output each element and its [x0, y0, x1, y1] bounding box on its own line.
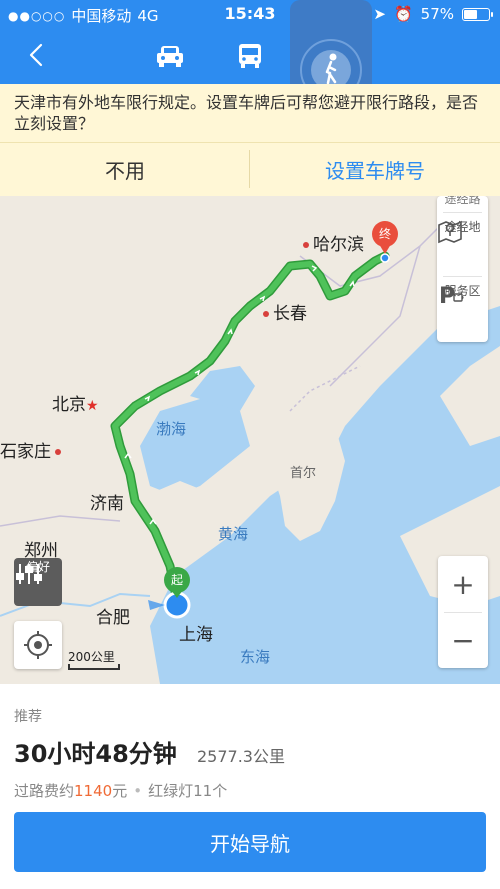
dismiss-button[interactable]: 不用: [0, 142, 250, 196]
toll-suffix: 元: [112, 782, 128, 800]
map-view[interactable]: 哈尔滨 长春 北京★ 石家庄 济南 郑州 合肥 上海 首尔 渤海 黄海 东海 起…: [0, 196, 500, 684]
city-dot: [303, 242, 309, 248]
city-dot: [55, 449, 61, 455]
waypoint-road-label: 途经路: [444, 196, 481, 206]
waypoint-button[interactable]: 途经地: [437, 218, 488, 274]
zoom-control: + −: [438, 556, 488, 668]
scale-bar: [68, 664, 120, 670]
service-area-icon: P: [439, 284, 464, 308]
header: ●●○○○ 中国移动 4G 15:43 ⊙ ➤ ⏰ 57%: [0, 0, 500, 112]
city-label: 石家庄: [0, 442, 51, 462]
end-marker-label: 终: [378, 227, 391, 241]
toll-prefix: 过路费约: [14, 782, 75, 800]
city-shanghai: 上海: [179, 620, 213, 645]
alarm-icon: ⏰: [393, 5, 413, 23]
end-point-dot: [380, 253, 390, 263]
car-icon: [157, 46, 183, 67]
mode-bus-button[interactable]: [228, 36, 272, 76]
mode-car-button[interactable]: [148, 36, 192, 76]
city-label: 首尔: [290, 466, 317, 481]
crosshair-icon: [24, 631, 52, 659]
start-navigation-button[interactable]: 开始导航: [14, 812, 486, 872]
set-plate-button[interactable]: 设置车牌号: [250, 142, 500, 196]
city-harbin: 哈尔滨: [299, 230, 364, 255]
sea-bohai: 渤海: [156, 420, 187, 438]
svg-text:P: P: [439, 284, 455, 308]
bus-icon: [239, 44, 261, 68]
plate-restriction-notice: 天津市有外地车限行规定。设置车牌后可帮您避开限行路段，是否立刻设置？ 不用 设置…: [0, 84, 500, 196]
divider: [443, 276, 482, 277]
waypoint-road-button[interactable]: 途经路: [437, 196, 488, 208]
route-preference-button[interactable]: 偏好: [14, 558, 62, 606]
chevron-left-icon: [29, 43, 43, 67]
city-seoul: 首尔: [290, 462, 316, 481]
city-dot: [263, 311, 269, 317]
lights-prefix: 红绿灯: [148, 782, 194, 800]
notice-text: 天津市有外地车限行规定。设置车牌后可帮您避开限行路段，是否立刻设置？: [14, 93, 479, 133]
lights-suffix: 个: [212, 782, 228, 800]
separator-dot: •: [133, 781, 143, 800]
scale-label: 200公里: [68, 650, 115, 664]
lights-count: 11: [193, 781, 213, 800]
capital-star-icon: ★: [86, 398, 99, 414]
service-area-button[interactable]: P 服务区: [437, 282, 488, 338]
route-duration: 30小时48分钟: [14, 740, 177, 768]
city-label: 长春: [273, 304, 307, 324]
city-shijiazhuang: 石家庄: [0, 437, 65, 462]
sea-east: 东海: [240, 648, 271, 666]
back-button[interactable]: [22, 40, 52, 70]
battery-icon: [462, 7, 493, 21]
sea-area: [140, 396, 250, 496]
locate-button[interactable]: [14, 621, 62, 669]
city-beijing: 北京★: [52, 390, 99, 415]
city-label: 济南: [90, 494, 124, 514]
nav-bar: [0, 0, 500, 112]
route-distance: 2577.3公里: [197, 747, 285, 766]
map-canvas: [0, 221, 500, 684]
zoom-out-button[interactable]: −: [438, 612, 488, 668]
city-label: 北京: [52, 395, 86, 415]
border-line: [289, 365, 361, 412]
zoom-in-button[interactable]: +: [438, 556, 488, 612]
route-tools-panel: 途经路 途经地 P 服务区: [437, 196, 488, 342]
start-marker-label: 起: [170, 573, 183, 587]
battery-fill: [464, 9, 478, 19]
status-bar: ●●○○○ 中国移动 4G 15:43 ⊙ ➤ ⏰ 57%: [0, 0, 500, 28]
city-changchun: 长春: [259, 299, 307, 324]
recommend-label: 推荐: [14, 709, 42, 725]
sliders-icon: [16, 564, 42, 584]
end-marker-tail: [379, 244, 391, 254]
divider: [443, 212, 482, 213]
city-hefei: 合肥: [96, 603, 130, 628]
city-jinan: 济南: [90, 489, 124, 514]
city-label: 哈尔滨: [313, 235, 364, 255]
route-meta: 过路费约 1140 元 • 红绿灯 11 个: [14, 780, 227, 801]
battery-percent: 57%: [420, 5, 454, 23]
map-pin-icon: [438, 220, 462, 244]
city-label: 上海: [179, 625, 213, 645]
location-arrow-icon: ➤: [373, 5, 386, 23]
sea-yellow: 黄海: [218, 525, 249, 543]
toll-amount: 1140: [74, 781, 113, 800]
city-label: 合肥: [96, 608, 130, 628]
route-summary-panel: 推荐 30小时48分钟 2577.3公里 过路费约 1140 元 • 红绿灯 1…: [0, 684, 500, 889]
